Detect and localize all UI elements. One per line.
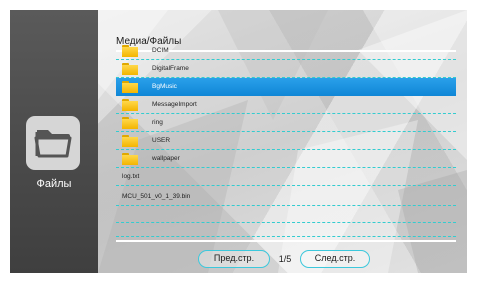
list-item-label: ring [152,119,163,126]
folder-icon [122,117,138,129]
list-item-label: MessageImport [152,101,197,108]
list-item-folder[interactable]: DCIM [116,42,456,60]
folder-icon [122,63,138,75]
list-item-label: MCU_501_v0_1_39.bin [122,193,191,200]
list-item-folder[interactable]: USER [116,132,456,150]
list-item-label: log.txt [122,173,140,180]
list-item-folder[interactable]: DigitalFrame [116,60,456,78]
list-item-label: USER [152,137,171,144]
folder-icon [34,130,72,158]
sidebar-item-label: Файлы [36,178,72,190]
sidebar: Файлы [10,10,98,273]
list-item-folder[interactable]: MessageImport [116,96,456,114]
folder-icon [122,135,138,147]
list-item-label: DigitalFrame [152,65,189,72]
folder-icon [122,45,138,57]
folder-icon [122,153,138,165]
sidebar-item-files[interactable] [26,116,80,170]
list-item-label: DCIM [152,47,169,54]
empty-row-divider [116,222,456,223]
list-item-folder-selected[interactable]: BgMusic [116,78,456,96]
page-indicator: 1/5 [278,254,292,264]
list-item-folder[interactable]: ring [116,114,456,132]
list-item-file[interactable]: MCU_501_v0_1_39.bin [116,188,456,206]
prev-page-button[interactable]: Пред.стр. [198,250,270,268]
next-page-button[interactable]: След.стр. [300,250,370,268]
list-item-label: BgMusic [152,83,177,90]
folder-icon [122,81,138,93]
list-item-folder[interactable]: wallpaper [116,150,456,168]
bottom-divider [116,240,456,242]
file-browser-window: Файлы Медиа/Файлы DCIM DigitalFrame BgMu… [10,10,467,273]
list-item-label: wallpaper [152,155,180,162]
list-item-file[interactable]: log.txt [116,168,456,186]
empty-row-divider [116,236,456,237]
folder-icon [122,99,138,111]
